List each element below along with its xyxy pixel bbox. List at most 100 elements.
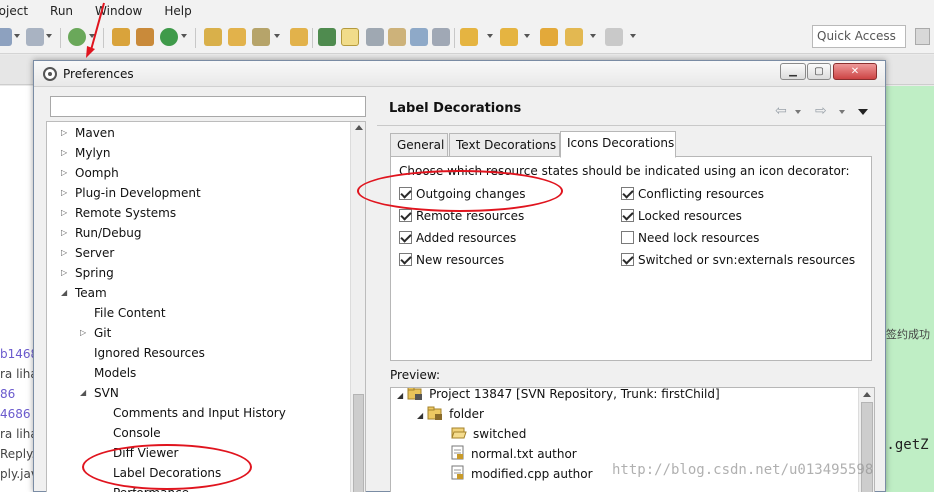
tree-scrollbar[interactable] [350,122,365,492]
decoration-checkbox[interactable]: Remote resources [399,207,524,225]
forward-dropdown-icon[interactable] [839,110,845,114]
save-icon[interactable] [26,28,44,46]
tree-item[interactable]: Label Decorations [113,464,221,482]
new-icon[interactable] [0,28,12,46]
decoration-checkbox[interactable]: Switched or svn:externals resources [621,251,855,269]
open-perspective-icon[interactable] [915,28,930,45]
minimize-button[interactable]: ▁ [780,63,806,80]
collapsed-twisty-icon[interactable]: ▷ [61,264,67,282]
view-menu-icon[interactable] [858,109,868,115]
collapsed-twisty-icon[interactable]: ▷ [61,164,67,182]
tree-item[interactable]: ▷ Server [61,244,114,262]
open-project-icon[interactable] [204,28,222,46]
quick-access-input[interactable]: Quick Access [812,25,906,48]
show-whitespace-icon[interactable] [432,28,450,46]
menu-project[interactable]: roject [0,4,39,18]
tree-item-label: Label Decorations [113,466,222,480]
search-icon[interactable] [68,28,86,46]
scroll-up-icon[interactable] [863,392,871,397]
close-button[interactable]: ✕ [833,63,877,80]
decoration-checkbox[interactable]: New resources [399,251,504,269]
tree-item[interactable]: ▷ Remote Systems [61,204,176,222]
open-folder-icon[interactable] [228,28,246,46]
scroll-thumb[interactable] [353,394,364,492]
tree-item[interactable]: ▷ Spring [61,264,114,282]
preview-item[interactable]: normal.txt author [437,445,577,463]
tree-item[interactable]: ▷ Oomph [61,164,119,182]
collapsed-twisty-icon[interactable]: ▷ [61,204,67,222]
tree-item[interactable]: ◢ SVN [80,384,119,402]
next-annotation-icon[interactable] [460,28,478,46]
checkbox-checked-icon[interactable] [621,253,634,266]
checkbox-checked-icon[interactable] [399,187,412,200]
checkbox-checked-icon[interactable] [399,209,412,222]
collapsed-twisty-icon[interactable]: ▷ [80,324,86,342]
tab-general[interactable]: General [390,133,448,157]
scroll-thumb[interactable] [861,402,873,492]
back-dropdown-icon[interactable] [795,110,801,114]
menu-run[interactable]: Run [39,4,84,18]
back-icon[interactable] [565,28,583,46]
tree-item[interactable]: File Content [94,304,166,322]
tab-icons-decorations[interactable]: Icons Decorations [560,131,676,158]
dialog-titlebar[interactable]: Preferences ▁ ▢ ✕ [34,61,885,87]
tree-item[interactable]: Performance [113,484,189,492]
decoration-checkbox[interactable]: Added resources [399,229,516,247]
checkbox-unchecked-icon[interactable] [621,231,634,244]
collapsed-twisty-icon[interactable]: ▷ [61,244,67,262]
annotation-icon[interactable] [388,28,406,46]
tree-item[interactable]: Diff Viewer [113,444,178,462]
run-tool-icon[interactable] [252,28,270,46]
checkbox-checked-icon[interactable] [399,231,412,244]
decoration-checkbox[interactable]: Conflicting resources [621,185,764,203]
prev-annotation-icon[interactable] [500,28,518,46]
tree-item[interactable]: Comments and Input History [113,404,286,422]
tree-item[interactable]: ▷ Git [80,324,111,342]
menu-help[interactable]: Help [153,4,202,18]
expanded-twisty-icon[interactable]: ◢ [417,411,423,420]
tree-item[interactable]: ▷ Run/Debug [61,224,142,242]
checkbox-checked-icon[interactable] [621,209,634,222]
decoration-checkbox[interactable]: Outgoing changes [399,185,526,203]
spell-check-icon[interactable] [112,28,130,46]
expanded-twisty-icon[interactable]: ◢ [80,384,86,402]
checkbox-checked-icon[interactable] [621,187,634,200]
tree-item[interactable]: ◢ Team [61,284,107,302]
highlight-icon[interactable] [341,28,359,46]
toggle-block-icon[interactable] [410,28,428,46]
menu-window[interactable]: Window [84,4,153,18]
back-arrow-icon[interactable]: ⇦ [775,103,787,119]
tree-item[interactable]: ▷ Mylyn [61,144,111,162]
task-icon[interactable] [318,28,336,46]
preview-item[interactable]: switched [437,425,526,443]
last-edit-icon[interactable] [540,28,558,46]
collapsed-twisty-icon[interactable]: ▷ [61,184,67,202]
open-type-icon[interactable] [290,28,308,46]
tree-item[interactable]: ▷ Maven [61,124,115,142]
maximize-button[interactable]: ▢ [807,63,831,80]
tree-item[interactable]: Models [94,364,136,382]
build-icon[interactable] [136,28,154,46]
preview-item[interactable]: ◢ folder [417,405,484,423]
expanded-twisty-icon[interactable]: ◢ [61,284,67,302]
collapsed-twisty-icon[interactable]: ▷ [61,144,67,162]
tree-item[interactable]: Ignored Resources [94,344,205,362]
collapsed-twisty-icon[interactable]: ▷ [61,224,67,242]
scroll-up-icon[interactable] [355,125,363,130]
preview-item[interactable]: ◢ Project 13847 [SVN Repository, Trunk: f… [397,388,720,403]
link-icon[interactable] [366,28,384,46]
decoration-checkbox[interactable]: Locked resources [621,207,742,225]
filter-input[interactable] [50,96,366,117]
forward-icon[interactable] [605,28,623,46]
expanded-twisty-icon[interactable]: ◢ [397,391,403,400]
tree-item[interactable]: Console [113,424,161,442]
refresh-icon[interactable] [160,28,178,46]
preview-item[interactable]: modified.cpp author [437,465,593,483]
tab-text-decorations[interactable]: Text Decorations [449,133,560,157]
decoration-checkbox[interactable]: Need lock resources [621,229,759,247]
tree-item[interactable]: ▷ Plug-in Development [61,184,201,202]
collapsed-twisty-icon[interactable]: ▷ [61,124,67,142]
preferences-icon [43,67,57,81]
forward-arrow-icon[interactable]: ⇨ [815,103,827,119]
checkbox-checked-icon[interactable] [399,253,412,266]
